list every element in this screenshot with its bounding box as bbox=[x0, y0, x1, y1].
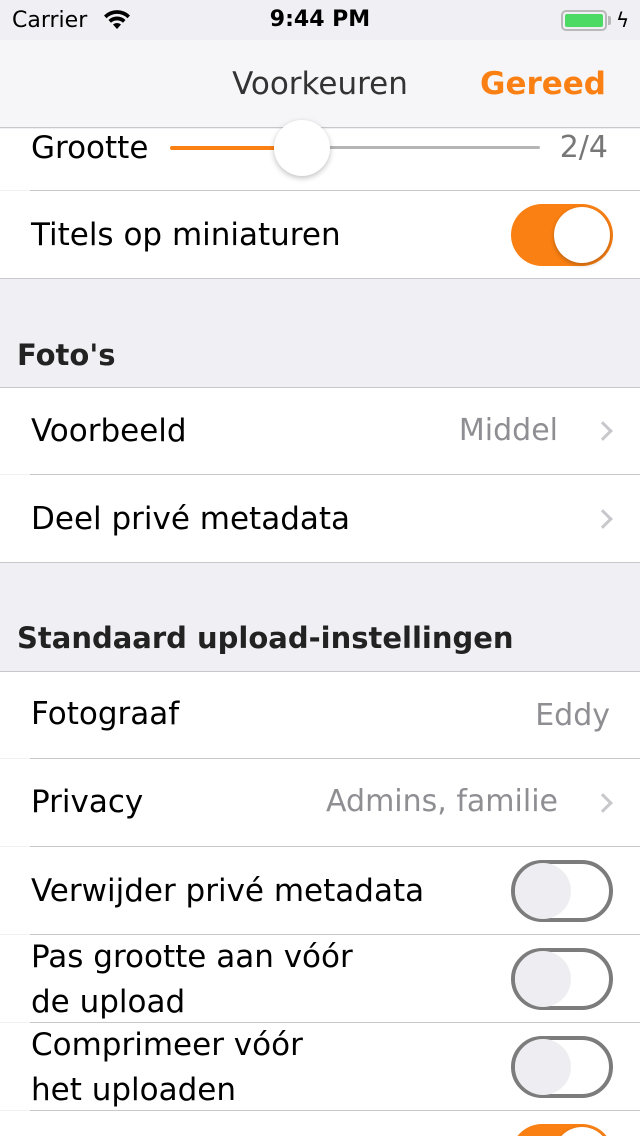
titles-on-thumbnails-label: Titels op miniaturen bbox=[31, 217, 341, 253]
compress-before-upload-row: Comprimeer vóór het uploaden bbox=[0, 1023, 640, 1110]
preview-value: Middel bbox=[458, 413, 558, 448]
resize-before-upload-toggle[interactable] bbox=[511, 948, 613, 1010]
preview-label: Voorbeeld bbox=[31, 413, 187, 449]
share-private-metadata-label: Deel privé metadata bbox=[31, 501, 351, 537]
resize-before-upload-label-line2: de upload bbox=[31, 984, 186, 1020]
compress-before-upload-toggle[interactable] bbox=[511, 1036, 613, 1098]
navigation-bar: Voorkeuren Gereed bbox=[0, 40, 640, 128]
section-header-upload-defaults: Standaard upload-instellingen bbox=[17, 621, 514, 655]
preview-row[interactable]: Voorbeeld Middel bbox=[0, 388, 640, 474]
size-value: 2/4 bbox=[559, 130, 608, 165]
photographer-row[interactable]: Fotograaf Eddy bbox=[0, 672, 640, 758]
battery-icon bbox=[561, 10, 607, 31]
chevron-right-icon bbox=[593, 793, 613, 813]
status-bar: Carrier 9:44 PM ϟ bbox=[0, 0, 640, 40]
status-time: 9:44 PM bbox=[269, 7, 371, 32]
remove-private-metadata-toggle[interactable] bbox=[511, 860, 613, 922]
compress-before-upload-label-line1: Comprimeer vóór bbox=[31, 1027, 303, 1063]
share-private-metadata-row[interactable]: Deel privé metadata bbox=[0, 475, 640, 562]
chevron-right-icon bbox=[593, 509, 613, 529]
titles-on-thumbnails-toggle[interactable] bbox=[511, 204, 613, 266]
next-setting-row bbox=[0, 1111, 640, 1136]
resize-before-upload-row: Pas grootte aan vóór de upload bbox=[0, 935, 640, 1022]
done-button[interactable]: Gereed bbox=[480, 66, 606, 102]
size-slider-thumb[interactable] bbox=[274, 120, 330, 176]
photographer-value[interactable]: Eddy bbox=[535, 694, 610, 738]
next-setting-toggle[interactable] bbox=[511, 1124, 613, 1136]
preferences-screen: Carrier 9:44 PM ϟ Voorkeuren Gereed Groo… bbox=[0, 0, 640, 1136]
resize-before-upload-label-line1: Pas grootte aan vóór bbox=[31, 939, 353, 975]
size-label: Grootte bbox=[31, 130, 149, 166]
remove-private-metadata-label: Verwijder privé metadata bbox=[31, 873, 425, 909]
compress-before-upload-label-line2: het uploaden bbox=[31, 1072, 237, 1108]
remove-private-metadata-row: Verwijder privé metadata bbox=[0, 847, 640, 934]
charging-bolt-icon: ϟ bbox=[616, 8, 630, 32]
battery-cap bbox=[608, 16, 611, 25]
slider-track-filled bbox=[170, 146, 290, 150]
chevron-right-icon bbox=[593, 421, 613, 441]
section-header-photos: Foto's bbox=[17, 338, 116, 372]
privacy-value: Admins, familie bbox=[326, 784, 558, 819]
photographer-label: Fotograaf bbox=[31, 696, 180, 732]
privacy-row[interactable]: Privacy Admins, familie bbox=[0, 759, 640, 846]
privacy-label: Privacy bbox=[31, 784, 144, 820]
titles-on-thumbnails-row: Titels op miniaturen bbox=[0, 191, 640, 278]
